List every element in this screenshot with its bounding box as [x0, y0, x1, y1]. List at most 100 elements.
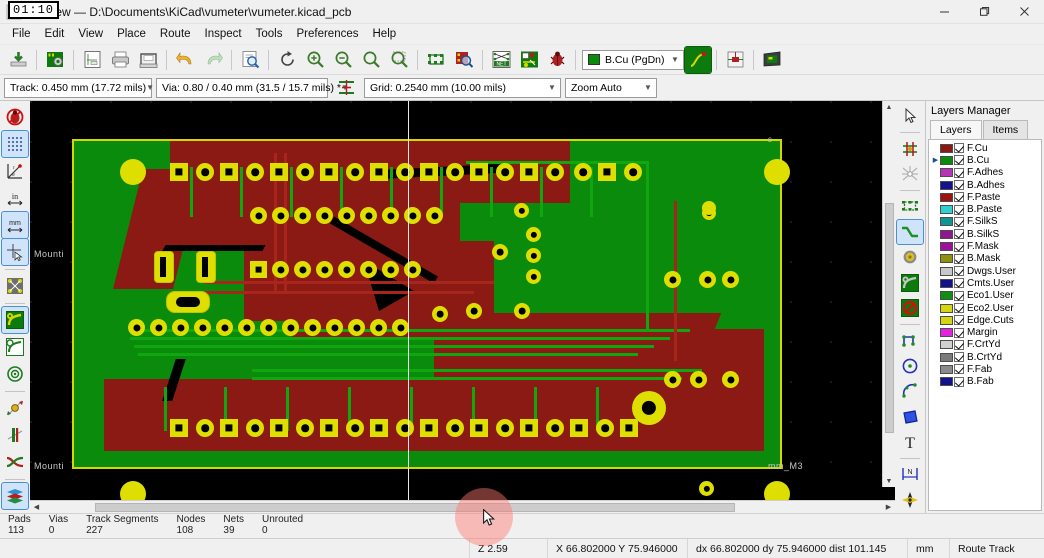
- layer-color-swatch[interactable]: [940, 352, 953, 362]
- canvas-horizontal-scrollbar[interactable]: ◀ ▶: [30, 500, 895, 513]
- ratsnest-mode-button[interactable]: [722, 47, 748, 73]
- layer-color-swatch[interactable]: [940, 217, 953, 227]
- menu-place[interactable]: Place: [110, 26, 153, 42]
- add-zone-button[interactable]: [897, 270, 923, 294]
- layer-row-b-paste[interactable]: B.Paste: [929, 203, 1041, 215]
- units-mm-button[interactable]: mm: [1, 211, 29, 239]
- zone-outline-button[interactable]: [2, 334, 28, 360]
- vertical-scroll-thumb[interactable]: [884, 203, 894, 433]
- layer-color-swatch[interactable]: [940, 168, 953, 178]
- page-settings-button[interactable]: [79, 47, 105, 73]
- refresh-button[interactable]: [274, 47, 300, 73]
- layer-color-swatch[interactable]: [940, 340, 953, 350]
- pads-sketch-button[interactable]: [2, 395, 28, 421]
- add-keepout-button[interactable]: [897, 296, 923, 320]
- scroll-right-icon[interactable]: ▶: [882, 501, 895, 513]
- pcb-canvas[interactable]: s Au Mounti Mounti mm_M3 ▲ ▼: [30, 101, 895, 500]
- zone-none-button[interactable]: [2, 361, 28, 387]
- drc-off-button[interactable]: [2, 104, 28, 130]
- layer-color-swatch[interactable]: [940, 278, 953, 288]
- track-width-select[interactable]: Track: 0.450 mm (17.72 mils) ▼: [4, 77, 154, 98]
- layer-row-b-adhes[interactable]: B.Adhes: [929, 179, 1041, 191]
- draw-circle-button[interactable]: [897, 354, 923, 378]
- grid-toggle-button[interactable]: [1, 130, 29, 158]
- grid-select[interactable]: Grid: 0.2540 mm (10.00 mils) ▼: [364, 77, 561, 98]
- ratsnest-toggle-button[interactable]: [2, 273, 28, 299]
- board-setup-button[interactable]: [42, 47, 68, 73]
- tracks-sketch-button[interactable]: [2, 449, 28, 475]
- layer-row-f-fab[interactable]: F.Fab: [929, 363, 1041, 375]
- add-text-button[interactable]: T: [897, 430, 923, 454]
- layer-visibility-checkbox[interactable]: [954, 155, 964, 166]
- footprint-viewer-button[interactable]: [451, 47, 477, 73]
- layer-row-b-fab[interactable]: B.Fab: [929, 376, 1041, 388]
- view-3d-button[interactable]: [759, 47, 785, 73]
- print-button[interactable]: [107, 47, 133, 73]
- layer-color-swatch[interactable]: [940, 192, 953, 202]
- menu-edit[interactable]: Edit: [38, 26, 72, 42]
- canvas-vertical-scrollbar[interactable]: ▲ ▼: [882, 101, 895, 487]
- layer-visibility-checkbox[interactable]: [954, 253, 964, 264]
- menu-view[interactable]: View: [71, 26, 110, 42]
- update-pcb-button[interactable]: [516, 47, 542, 73]
- layer-visibility-checkbox[interactable]: [954, 180, 964, 191]
- layer-color-swatch[interactable]: [940, 303, 953, 313]
- layer-row-b-silks[interactable]: B.SilkS: [929, 228, 1041, 240]
- scroll-up-icon[interactable]: ▲: [883, 101, 896, 113]
- add-dimension-button[interactable]: N: [897, 462, 923, 486]
- plot-button[interactable]: [135, 47, 161, 73]
- layer-visibility-checkbox[interactable]: [954, 352, 964, 363]
- layer-row-f-cu[interactable]: F.Cu: [929, 142, 1041, 154]
- layer-visibility-checkbox[interactable]: [954, 167, 964, 178]
- polar-coords-button[interactable]: r θ: [2, 158, 28, 184]
- maximize-button[interactable]: [964, 0, 1004, 24]
- menu-route[interactable]: Route: [153, 26, 198, 42]
- menu-preferences[interactable]: Preferences: [289, 26, 365, 42]
- units-inches-button[interactable]: in: [2, 185, 28, 211]
- set-origin-button[interactable]: [897, 488, 923, 512]
- layer-row-b-crtyd[interactable]: B.CrtYd: [929, 351, 1041, 363]
- layer-color-swatch[interactable]: [940, 377, 953, 387]
- layer-row-f-mask[interactable]: F.Mask: [929, 240, 1041, 252]
- layer-row-eco2-user[interactable]: Eco2.User: [929, 302, 1041, 314]
- close-button[interactable]: [1004, 0, 1044, 24]
- layer-color-swatch[interactable]: [940, 205, 953, 215]
- netlist-button[interactable]: NET: [488, 47, 514, 73]
- layer-color-swatch[interactable]: [940, 364, 953, 374]
- via-size-select[interactable]: Via: 0.80 / 0.40 mm (31.5 / 15.7 mils) *…: [156, 77, 349, 98]
- menu-inspect[interactable]: Inspect: [198, 26, 249, 42]
- layer-row-dwgs-user[interactable]: Dwgs.User: [929, 265, 1041, 277]
- layer-visibility-checkbox[interactable]: [954, 290, 964, 301]
- layer-color-swatch[interactable]: [940, 155, 953, 165]
- select-tool-button[interactable]: [897, 104, 923, 128]
- layer-color-swatch[interactable]: [940, 242, 953, 252]
- zoom-fit-button[interactable]: [358, 47, 384, 73]
- add-footprint-button[interactable]: [897, 194, 923, 218]
- tab-layers[interactable]: Layers: [930, 120, 982, 140]
- layer-visibility-checkbox[interactable]: [954, 204, 964, 215]
- draw-arc-button[interactable]: [897, 379, 923, 403]
- layer-row-f-adhes[interactable]: F.Adhes: [929, 167, 1041, 179]
- add-via-button[interactable]: [897, 245, 923, 269]
- menu-help[interactable]: Help: [366, 26, 404, 42]
- layer-visibility-checkbox[interactable]: [954, 303, 964, 313]
- mode-track-button[interactable]: [684, 45, 712, 74]
- layer-color-swatch[interactable]: [940, 291, 953, 301]
- vias-sketch-button[interactable]: [2, 422, 28, 448]
- layer-visibility-checkbox[interactable]: [954, 376, 964, 387]
- layer-row-cmts-user[interactable]: Cmts.User: [929, 277, 1041, 289]
- scroll-down-icon[interactable]: ▼: [883, 475, 896, 487]
- menu-file[interactable]: File: [5, 26, 38, 42]
- layer-row-eco1-user[interactable]: Eco1.User: [929, 290, 1041, 302]
- layer-visibility-checkbox[interactable]: [954, 229, 964, 240]
- zoom-out-button[interactable]: [330, 47, 356, 73]
- layer-visibility-checkbox[interactable]: [954, 266, 964, 277]
- horizontal-scroll-thumb[interactable]: [95, 502, 735, 512]
- layer-visibility-checkbox[interactable]: [954, 327, 964, 338]
- layer-list[interactable]: F.Cu ▶ B.Cu F.Adhes B.Adhes F.Paste B.Paste F.S…: [928, 139, 1042, 511]
- layer-visibility-checkbox[interactable]: [954, 315, 964, 326]
- highlight-net-button[interactable]: [897, 162, 923, 186]
- layer-visibility-checkbox[interactable]: [954, 278, 964, 289]
- drc-button[interactable]: [544, 47, 570, 73]
- undo-button[interactable]: [172, 47, 198, 73]
